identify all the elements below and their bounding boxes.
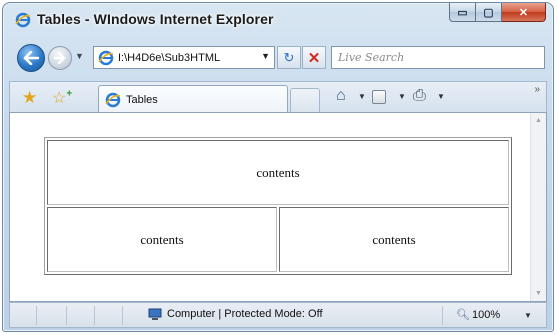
arrow-left-icon [23, 51, 39, 65]
caption-buttons: ▭ ▢ ✕ [449, 3, 546, 23]
table-cell: contents [47, 140, 509, 205]
address-dropdown-icon[interactable]: ▼ [261, 51, 270, 61]
feeds-icon[interactable] [372, 90, 386, 104]
close-button[interactable]: ✕ [502, 3, 546, 22]
scroll-up-icon[interactable]: ▲ [535, 117, 542, 124]
status-divider [94, 306, 95, 325]
maximize-icon: ▢ [483, 6, 494, 19]
forward-button[interactable] [48, 46, 72, 70]
address-url: I:\H4D6e\Sub3HTML [118, 51, 221, 64]
zoom-level: 100% [471, 308, 501, 321]
close-icon: ✕ [518, 6, 529, 19]
scroll-down-icon[interactable]: ▼ [535, 290, 542, 297]
status-divider [442, 306, 443, 325]
zoom-control[interactable]: 🔍︎ 100% [456, 308, 501, 322]
stop-button[interactable]: ✕ [302, 46, 326, 69]
ie-logo-icon [15, 12, 31, 28]
add-favorites-icon[interactable]: ☆+ [52, 88, 72, 108]
refresh-icon: ↻ [283, 49, 295, 65]
home-icon[interactable]: ⌂ [336, 87, 346, 105]
ie-page-icon [105, 92, 121, 107]
zoom-dropdown-icon[interactable]: ▼ [524, 311, 532, 320]
zone-text: Computer | Protected Mode: Off [167, 308, 323, 320]
more-tools-chevron-icon[interactable]: » [534, 84, 540, 95]
back-button[interactable] [17, 44, 45, 72]
ie-window: Tables - WIndows Internet Explorer ▭ ▢ ✕… [2, 2, 554, 332]
print-dropdown-icon[interactable]: ▼ [437, 92, 445, 101]
computer-icon [148, 308, 162, 320]
status-bar: Computer | Protected Mode: Off 🔍︎ 100% ▼ [9, 302, 547, 328]
home-dropdown-icon[interactable]: ▼ [358, 92, 366, 101]
address-field[interactable]: I:\H4D6e\Sub3HTML ▼ [93, 46, 275, 69]
window-title: Tables - WIndows Internet Explorer [37, 11, 274, 27]
table-cell: contents [279, 207, 509, 272]
feeds-dropdown-icon[interactable]: ▼ [398, 92, 406, 101]
table-cell: contents [47, 207, 277, 272]
search-input[interactable]: Live Search [331, 46, 545, 69]
command-row: ★ ☆+ Tables ⌂ ▼ ▼ ⎙ ▼ » [9, 81, 547, 113]
page-content: contents contents contents ▲ ▼ [9, 112, 547, 302]
html-table: contents contents contents [44, 137, 512, 275]
new-tab-button[interactable] [290, 88, 320, 112]
tab-tables[interactable]: Tables [98, 85, 288, 113]
print-icon[interactable]: ⎙ [413, 87, 426, 105]
arrow-right-icon [53, 51, 66, 65]
minimize-button[interactable]: ▭ [449, 3, 476, 22]
status-divider [36, 306, 37, 325]
minimize-icon: ▭ [457, 6, 468, 19]
security-zone[interactable]: Computer | Protected Mode: Off [148, 308, 323, 320]
ie-page-icon [98, 50, 114, 65]
status-divider [122, 306, 123, 325]
refresh-button[interactable]: ↻ [277, 46, 301, 69]
table-row: contents [47, 140, 509, 205]
maximize-button[interactable]: ▢ [476, 3, 502, 22]
stop-icon: ✕ [307, 49, 321, 67]
tab-label: Tables [126, 93, 158, 106]
table-row: contents contents [47, 207, 509, 272]
title-bar[interactable]: Tables - WIndows Internet Explorer ▭ ▢ ✕ [3, 3, 553, 35]
address-row: ▼ I:\H4D6e\Sub3HTML ▼ ↻ ✕ Live Search [3, 41, 553, 75]
favorites-star-icon[interactable]: ★ [22, 88, 37, 108]
zoom-icon: 🔍︎ [456, 309, 470, 321]
search-placeholder: Live Search [338, 51, 405, 64]
recent-pages-dropdown-icon[interactable]: ▼ [75, 51, 84, 61]
vertical-scrollbar[interactable]: ▲ ▼ [530, 113, 546, 301]
status-divider [66, 306, 67, 325]
